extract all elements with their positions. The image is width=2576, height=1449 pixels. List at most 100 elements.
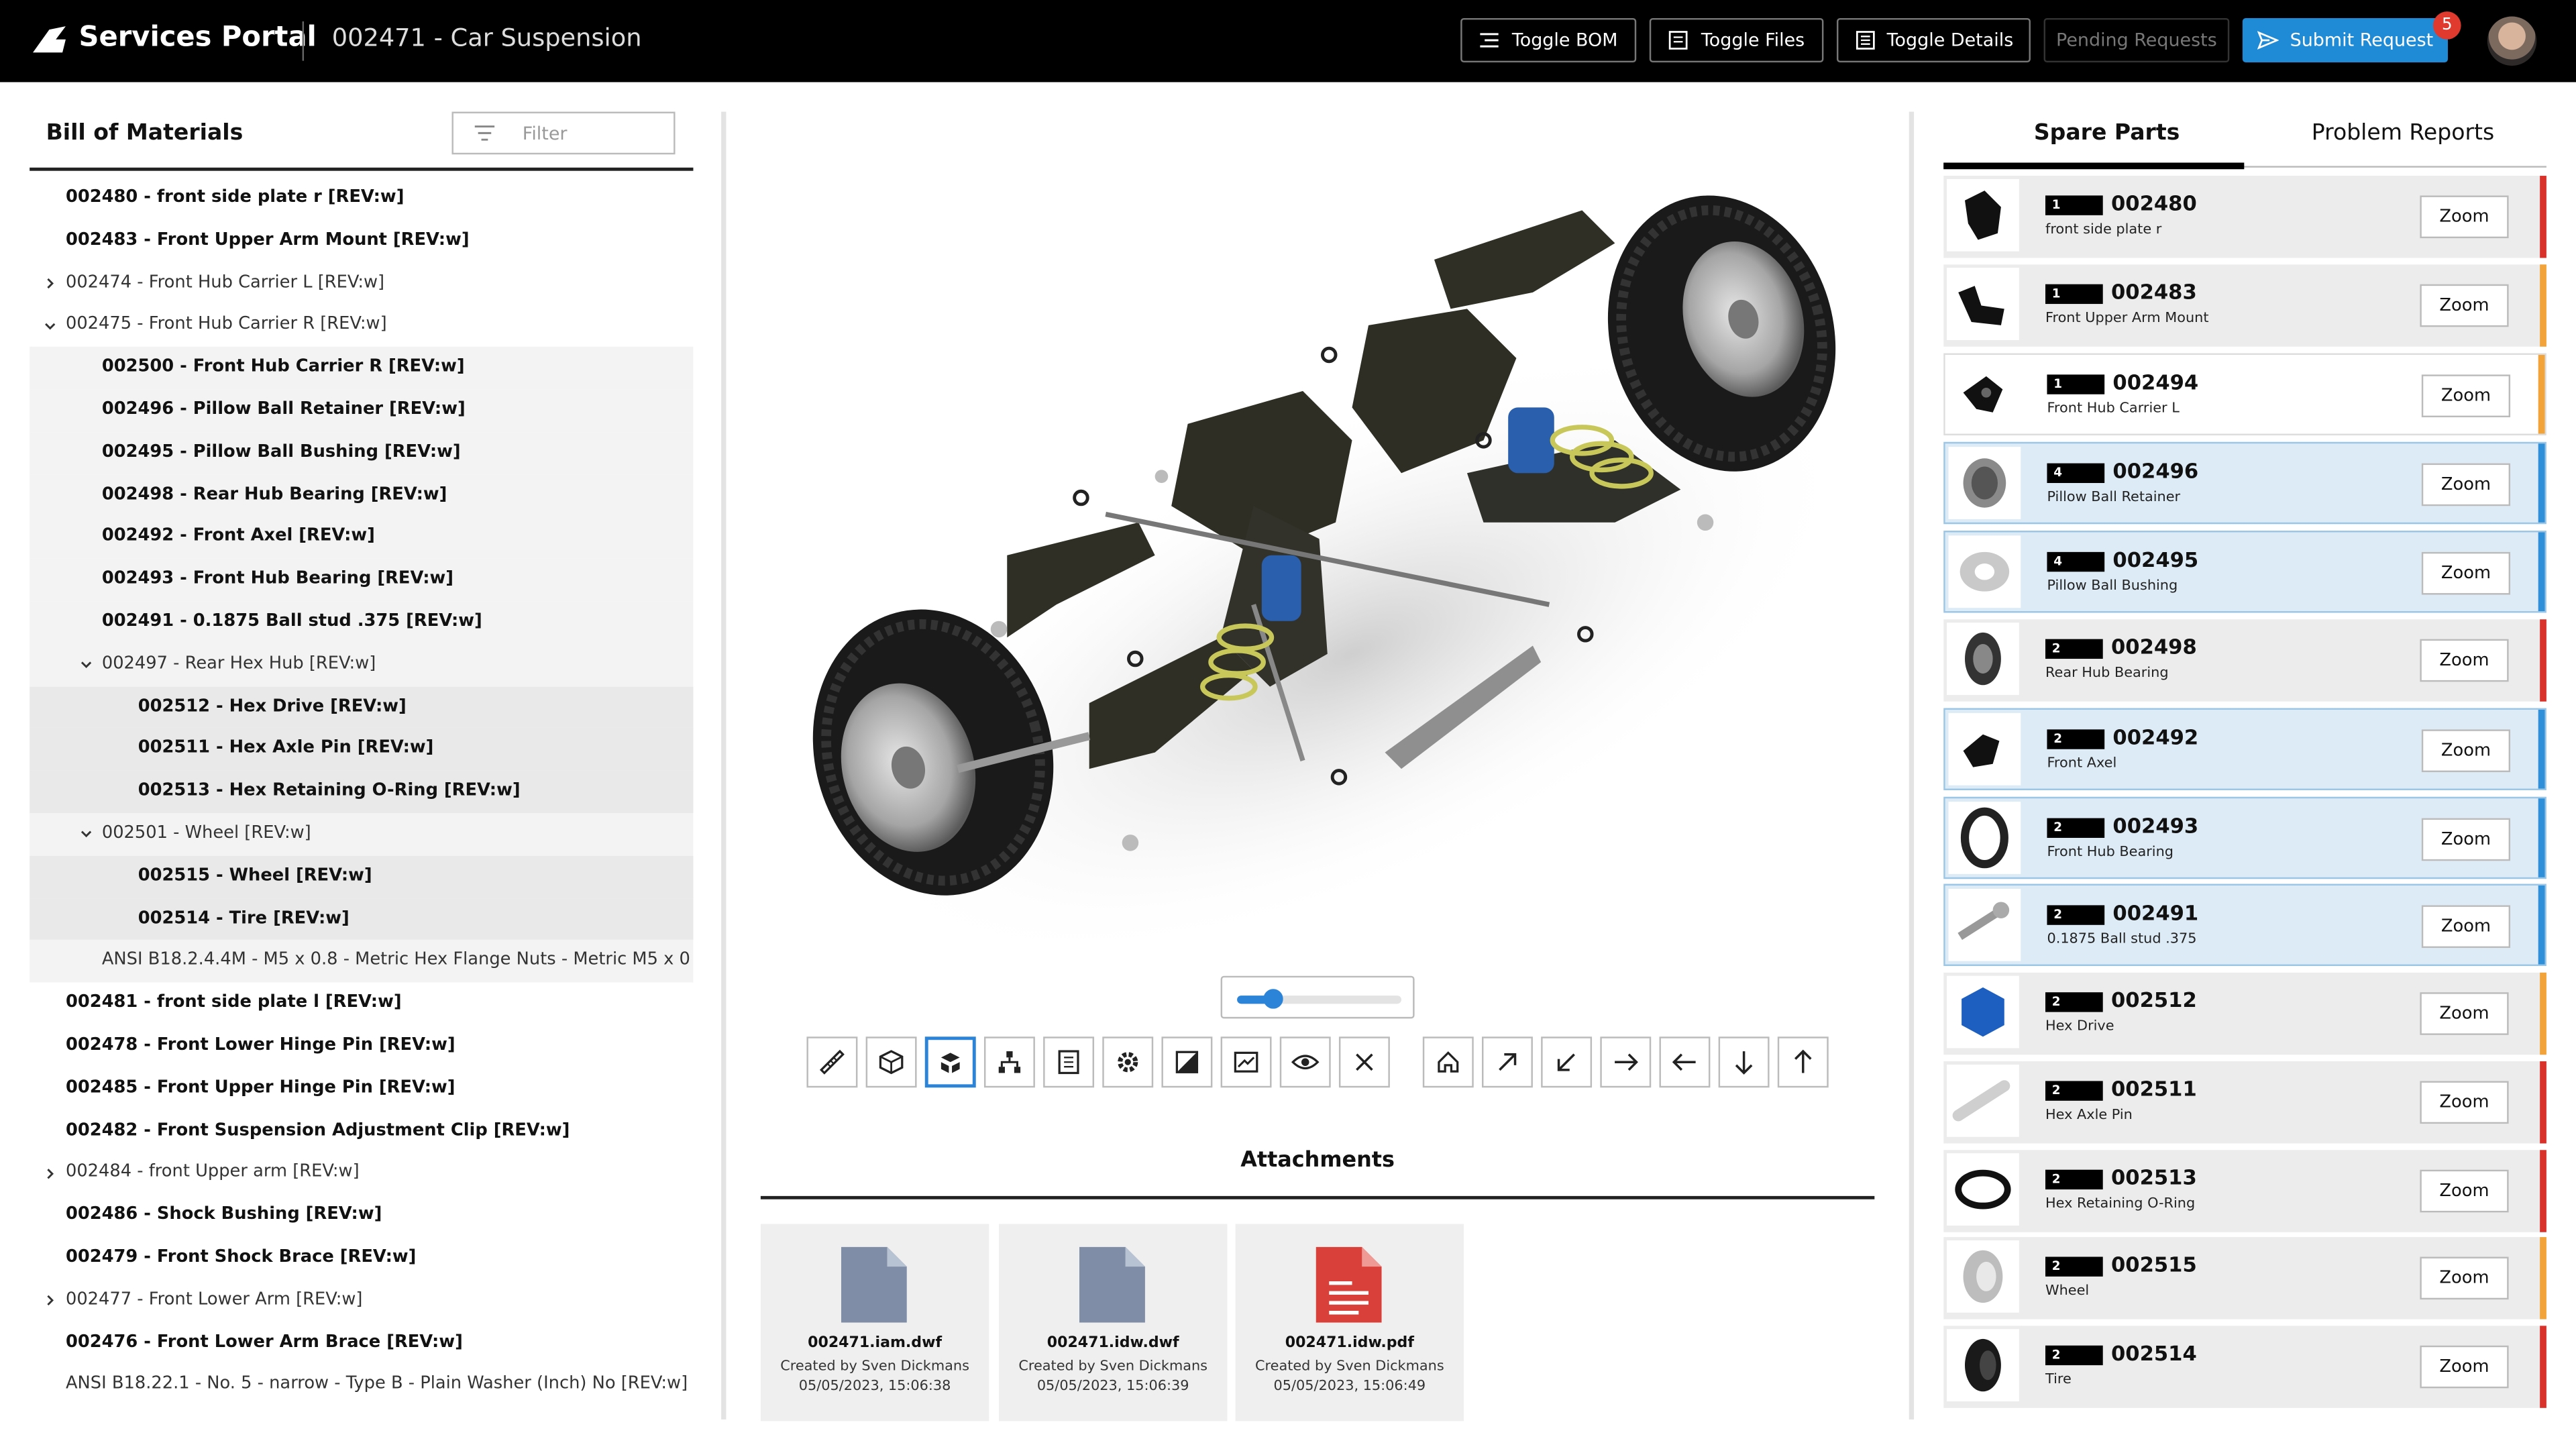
bom-item[interactable]: 002498 - Rear Hub Bearing [REV:w]: [30, 474, 694, 517]
bom-item[interactable]: 002479 - Front Shock Brace [REV:w]: [30, 1237, 693, 1279]
section-tool-button[interactable]: [865, 1036, 917, 1088]
bom-item[interactable]: 002491 - 0.1875 Ball stud .375 [REV:w]: [30, 601, 694, 644]
chevron-down-icon[interactable]: [40, 305, 59, 347]
bom-item[interactable]: 002515 - Wheel [REV:w]: [30, 855, 694, 898]
zoom-button[interactable]: Zoom: [2420, 639, 2509, 682]
bom-item[interactable]: ANSI B18.2.4.4M - M5 x 0.8 - Metric Hex …: [30, 940, 694, 983]
bom-item[interactable]: 002477 - Front Lower Arm [REV:w]: [30, 1279, 693, 1322]
zoom-button[interactable]: Zoom: [2421, 551, 2511, 595]
zoom-button[interactable]: Zoom: [2421, 374, 2511, 418]
bom-item[interactable]: 002484 - front Upper arm [REV:w]: [30, 1152, 693, 1195]
bom-item[interactable]: 002493 - Front Hub Bearing [REV:w]: [30, 559, 694, 602]
spare-part-card[interactable]: 1 002480 front side plate r Zoom: [1943, 176, 2546, 258]
zoom-button[interactable]: Zoom: [2420, 195, 2509, 239]
spare-part-card[interactable]: 2 002513 Hex Retaining O-Ring Zoom: [1943, 1150, 2546, 1232]
bom-item[interactable]: 002474 - Front Hub Carrier L [REV:w]: [30, 262, 693, 305]
spare-part-card[interactable]: 4 002496 Pillow Ball Retainer Zoom: [1943, 441, 2546, 525]
right-panel-separator[interactable]: [1909, 111, 1915, 1419]
bom-item[interactable]: 002482 - Front Suspension Adjustment Cli…: [30, 1110, 693, 1152]
measure-tool-button[interactable]: [806, 1036, 858, 1088]
zoom-button[interactable]: Zoom: [2420, 284, 2509, 327]
spare-part-card[interactable]: 2 002515 Wheel Zoom: [1943, 1237, 2546, 1320]
spare-part-card[interactable]: 2 002514 Tire Zoom: [1943, 1326, 2546, 1408]
render-mode-button[interactable]: [1161, 1036, 1213, 1088]
bom-item[interactable]: 002485 - Front Upper Hinge Pin [REV:w]: [30, 1067, 693, 1110]
spare-part-card[interactable]: 2 002493 Front Hub Bearing Zoom: [1943, 796, 2546, 879]
user-avatar[interactable]: [2487, 16, 2537, 66]
chevron-right-icon[interactable]: [40, 262, 59, 305]
zoom-button[interactable]: Zoom: [2420, 1081, 2509, 1124]
attachment-card[interactable]: 002471.idw.pdf Created by Sven Dickmans …: [1235, 1224, 1464, 1421]
status-indicator: [2540, 1326, 2546, 1408]
explode-slider[interactable]: [1220, 975, 1415, 1019]
tab-problem-reports[interactable]: Problem Reports: [2312, 120, 2495, 146]
zoom-button[interactable]: Zoom: [2421, 729, 2511, 773]
bom-item[interactable]: 002496 - Pillow Ball Retainer [REV:w]: [30, 389, 694, 432]
view-top-button[interactable]: [1777, 1036, 1829, 1088]
view-iso-back-button[interactable]: [1481, 1036, 1533, 1088]
bom-item[interactable]: 002495 - Pillow Ball Bushing [REV:w]: [30, 431, 694, 474]
reset-button[interactable]: [1338, 1036, 1390, 1088]
bom-item[interactable]: 002511 - Hex Axle Pin [REV:w]: [30, 728, 694, 771]
chevron-right-icon[interactable]: [40, 1279, 59, 1322]
spare-part-card[interactable]: 1 002494 Front Hub Carrier L Zoom: [1943, 353, 2546, 435]
zoom-button[interactable]: Zoom: [2421, 463, 2511, 506]
bom-item[interactable]: 002480 - front side plate r [REV:w]: [30, 177, 693, 219]
attachment-card[interactable]: 002471.idw.dwf Created by Sven Dickmans …: [998, 1224, 1228, 1421]
pending-requests-button[interactable]: Pending Requests: [2043, 17, 2230, 63]
bom-item[interactable]: 002497 - Rear Hex Hub [REV:w]: [30, 643, 694, 686]
bom-item[interactable]: ANSI B18.22.1 - No. 5 - narrow - Type B …: [30, 1364, 693, 1406]
home-view-button[interactable]: [1422, 1036, 1474, 1088]
slider-handle[interactable]: [1263, 989, 1283, 1009]
toggle-details-button[interactable]: Toggle Details: [1836, 17, 2031, 63]
zoom-button[interactable]: Zoom: [2421, 818, 2511, 861]
toggle-files-button[interactable]: Toggle Files: [1649, 17, 1824, 63]
bom-item[interactable]: 002476 - Front Lower Arm Brace [REV:w]: [30, 1322, 693, 1364]
spare-part-card[interactable]: 2 002511 Hex Axle Pin Zoom: [1943, 1061, 2546, 1144]
attachment-card[interactable]: 002471.iam.dwf Created by Sven Dickmans …: [760, 1224, 989, 1421]
view-left-button[interactable]: [1659, 1036, 1711, 1088]
submit-request-button[interactable]: Submit Request: [2242, 17, 2449, 63]
visibility-button[interactable]: [1279, 1036, 1331, 1088]
bom-item[interactable]: 002512 - Hex Drive [REV:w]: [30, 686, 694, 729]
suspension-model-render[interactable]: [761, 112, 1874, 1032]
app-title[interactable]: Services Portal: [79, 21, 317, 54]
filter-input[interactable]: Filter: [451, 111, 676, 155]
tab-spare-parts[interactable]: Spare Parts: [2034, 120, 2180, 146]
view-iso-front-button[interactable]: [1541, 1036, 1593, 1088]
bom-item[interactable]: 002481 - front side plate l [REV:w]: [30, 983, 693, 1025]
settings-button[interactable]: [1102, 1036, 1154, 1088]
toggle-bom-button[interactable]: Toggle BOM: [1460, 17, 1637, 63]
spare-part-card[interactable]: 4 002495 Pillow Ball Bushing Zoom: [1943, 531, 2546, 613]
model-browser-button[interactable]: [983, 1036, 1035, 1088]
bom-item[interactable]: 002478 - Front Lower Hinge Pin [REV:w]: [30, 1025, 693, 1067]
markup-button[interactable]: [1220, 1036, 1272, 1088]
properties-button[interactable]: [1043, 1036, 1095, 1088]
bom-item[interactable]: 002486 - Shock Bushing [REV:w]: [30, 1195, 693, 1237]
bom-item[interactable]: 002492 - Front Axel [REV:w]: [30, 516, 694, 559]
view-right-button[interactable]: [1600, 1036, 1652, 1088]
bom-item[interactable]: 002514 - Tire [REV:w]: [30, 898, 694, 941]
bom-item[interactable]: 002513 - Hex Retaining O-Ring [REV:w]: [30, 770, 694, 814]
spare-part-card[interactable]: 2 002492 Front Axel Zoom: [1943, 708, 2546, 790]
bom-item[interactable]: 002483 - Front Upper Arm Mount [REV:w]: [30, 220, 693, 262]
chevron-right-icon[interactable]: [40, 1152, 59, 1195]
bom-item[interactable]: 002475 - Front Hub Carrier R [REV:w]: [30, 305, 693, 347]
spare-part-card[interactable]: 2 002491 0.1875 Ball stud .375 Zoom: [1943, 883, 2546, 967]
explode-tool-button[interactable]: [924, 1036, 976, 1088]
bom-item[interactable]: 002501 - Wheel [REV:w]: [30, 813, 694, 856]
bom-item[interactable]: 002500 - Front Hub Carrier R [REV:w]: [30, 347, 694, 390]
zoom-button[interactable]: Zoom: [2420, 1169, 2509, 1213]
model-viewer[interactable]: [760, 111, 1875, 1032]
zoom-button[interactable]: Zoom: [2420, 1345, 2509, 1389]
zoom-button[interactable]: Zoom: [2421, 905, 2511, 949]
spare-part-card[interactable]: 2 002498 Rear Hub Bearing Zoom: [1943, 619, 2546, 702]
left-panel-separator[interactable]: [721, 111, 727, 1419]
zoom-button[interactable]: Zoom: [2420, 992, 2509, 1035]
chevron-down-icon[interactable]: [76, 813, 95, 855]
spare-part-card[interactable]: 2 002512 Hex Drive Zoom: [1943, 972, 2546, 1055]
spare-part-card[interactable]: 1 002483 Front Upper Arm Mount Zoom: [1943, 264, 2546, 347]
view-bottom-button[interactable]: [1718, 1036, 1770, 1088]
chevron-down-icon[interactable]: [76, 643, 95, 686]
zoom-button[interactable]: Zoom: [2420, 1256, 2509, 1300]
